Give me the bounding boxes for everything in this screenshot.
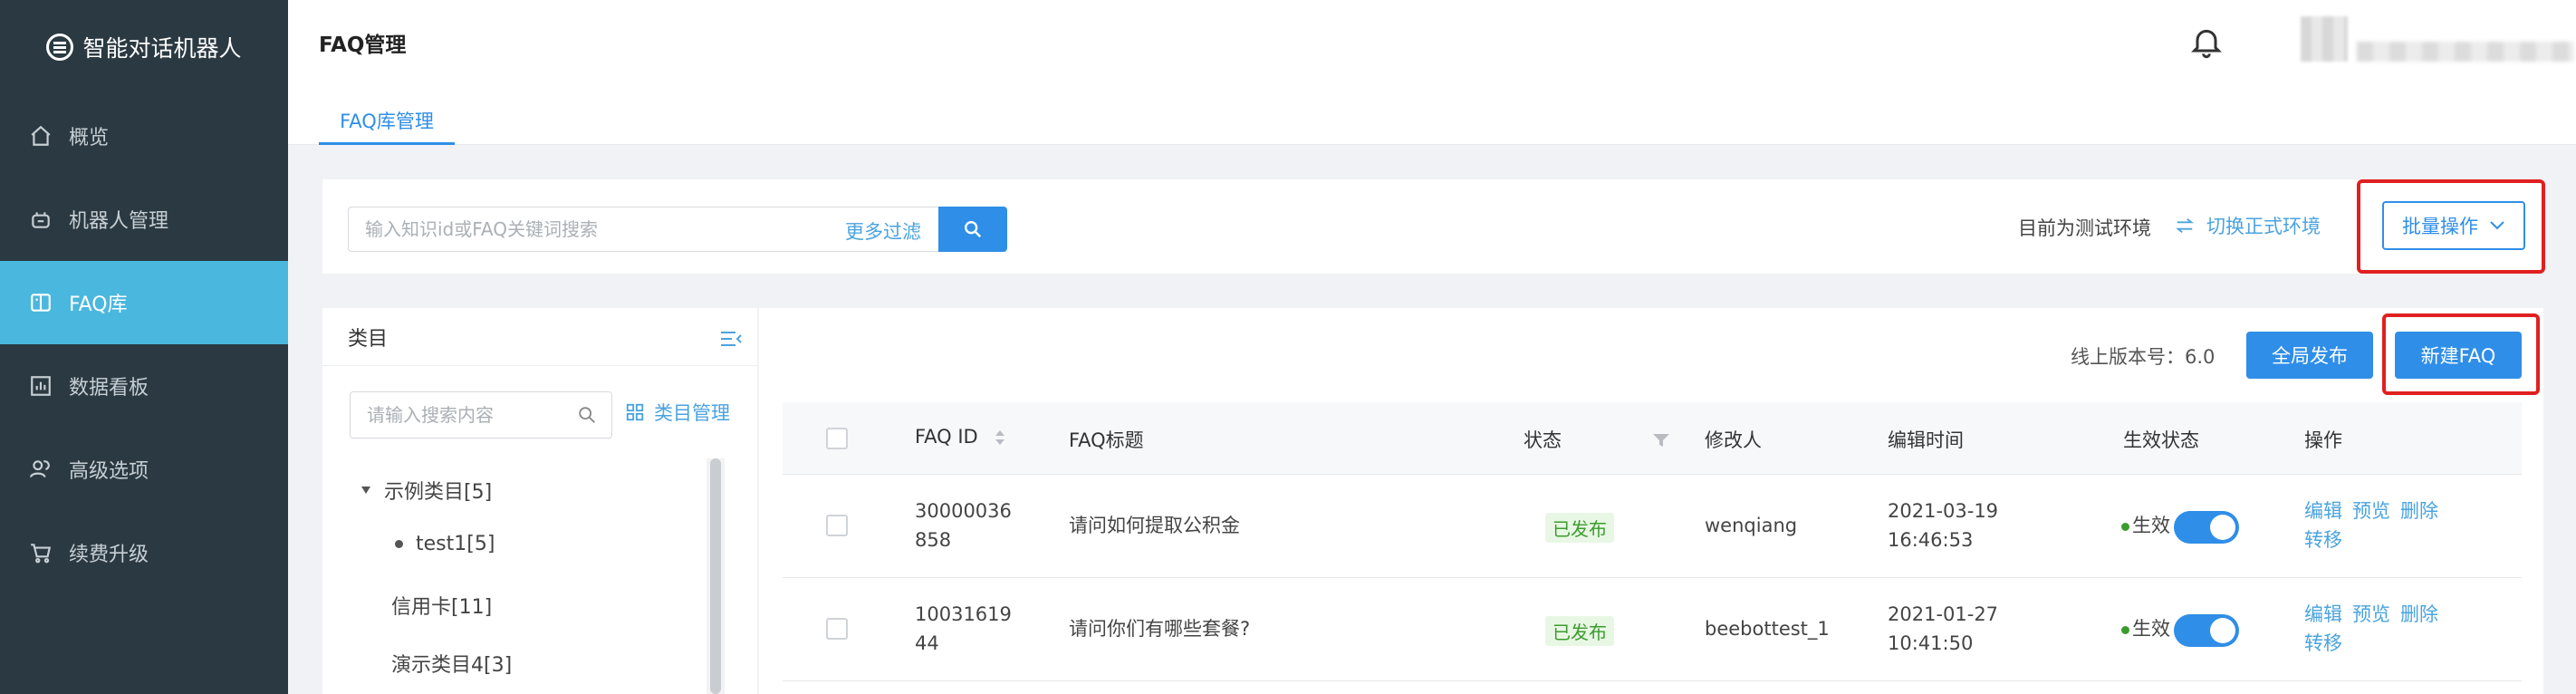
robot-icon (32, 212, 50, 228)
more-filter-link[interactable]: 更多过滤 (845, 217, 921, 245)
env-switch-link[interactable]: 切换正式环境 (2174, 212, 2321, 239)
sidebar-item-dashboard[interactable]: 数据看板 (0, 344, 288, 428)
table-header: FAQ ID FAQ标题 状态 修改人 编辑时间 生效状态 操作 (783, 402, 2522, 475)
bullet-icon (395, 540, 403, 548)
effect-toggle[interactable] (2174, 614, 2239, 647)
search-input[interactable] (365, 207, 818, 251)
env-text: 目前为测试环境 (2018, 217, 2151, 239)
column-editor: 修改人 (1705, 429, 1762, 451)
row-checkbox[interactable] (826, 515, 848, 536)
effect-toggle[interactable] (2174, 511, 2239, 544)
user-name-blurred[interactable] (2357, 42, 2574, 62)
delete-link[interactable]: 删除 (2400, 496, 2438, 524)
switch-arrows-icon (2176, 217, 2194, 234)
column-faq-title: FAQ标题 (1069, 429, 1144, 451)
tab-faq-library[interactable]: FAQ库管理 (319, 101, 455, 145)
faq-title[interactable]: 请问如何提取公积金 (1069, 511, 1240, 540)
editor-name: beebottest_1 (1705, 618, 1830, 640)
brand: 智能对话机器人 (0, 0, 288, 94)
effect-dot (2121, 523, 2129, 531)
sidebar-item-advanced[interactable]: 高级选项 (0, 428, 288, 511)
category-search-input[interactable] (367, 392, 566, 438)
table-row: 30000036 858 请问如何提取公积金 已发布 wenqiang 2021-… (783, 475, 2522, 578)
faq-title[interactable]: 请问你们有哪些套餐? (1069, 614, 1250, 643)
search-panel: 更多过滤 目前为测试环境 切换正式环境 批量操作 (322, 179, 2545, 274)
global-publish-button[interactable]: 全局发布 (2246, 332, 2373, 379)
tree-item-credit[interactable]: 信用卡[11] (391, 591, 492, 620)
delete-link[interactable]: 删除 (2400, 600, 2438, 627)
page-title: FAQ管理 (319, 34, 407, 57)
book-icon (31, 294, 51, 312)
search-button[interactable] (938, 207, 1007, 252)
status-badge: 已发布 (1545, 513, 1614, 543)
faq-table-panel: 线上版本号：6.0 全局发布 新建FAQ FAQ ID FAQ标题 状态 修改人… (759, 308, 2543, 694)
new-faq-button[interactable]: 新建FAQ (2395, 332, 2522, 379)
select-all-checkbox[interactable] (826, 428, 848, 449)
users-icon (30, 460, 50, 478)
dashboard-icon (31, 376, 51, 396)
sidebar-item-faq[interactable]: FAQ库 (0, 261, 288, 344)
sidebar-item-renew[interactable]: 续费升级 (0, 511, 288, 594)
tree-item-demo4[interactable]: 演示类目4[3] (391, 649, 512, 678)
tree-item-example[interactable]: 示例类目[5] (360, 476, 492, 505)
row-checkbox[interactable] (826, 618, 848, 640)
edit-link[interactable]: 编辑 (2304, 496, 2342, 524)
search-icon (965, 221, 982, 238)
brand-name: 智能对话机器人 (82, 35, 242, 62)
sidebar-item-robot[interactable]: 机器人管理 (0, 178, 288, 261)
chevron-down-icon (2490, 221, 2504, 230)
avatar[interactable] (2301, 16, 2348, 62)
category-manage-link[interactable]: 类目管理 (625, 399, 730, 426)
sidebar-item-overview[interactable]: 概览 (0, 94, 288, 178)
effect-label: 生效 (2132, 515, 2170, 536)
table-row: 10031619 44 请问你们有哪些套餐? 已发布 beebottest_1 2… (783, 578, 2522, 681)
caret-down-icon (361, 487, 370, 494)
robot-logo-icon (46, 34, 74, 61)
category-header: 类目 (322, 308, 757, 366)
home-icon (31, 125, 51, 146)
edit-link[interactable]: 编辑 (2304, 600, 2342, 627)
sidebar: 智能对话机器人 概览 机器人管理 FAQ库 数据看板 高级选项 续费升级 (0, 0, 288, 694)
category-search-box (350, 391, 612, 439)
column-actions: 操作 (2304, 429, 2342, 451)
effect-label: 生效 (2132, 618, 2170, 640)
filter-icon[interactable] (1652, 433, 1670, 448)
editor-name: wenqiang (1705, 515, 1798, 536)
faq-id: 30000036 858 (915, 500, 1012, 551)
faq-id: 10031619 44 (915, 603, 1012, 654)
search-icon (579, 407, 595, 423)
preview-link[interactable]: 预览 (2352, 496, 2390, 524)
grid-icon (626, 403, 644, 421)
edit-time: 2021-03-19 16:46:53 (1888, 500, 1999, 551)
cart-icon (31, 544, 52, 564)
preview-link[interactable]: 预览 (2352, 600, 2390, 627)
edit-time: 2021-01-27 10:41:50 (1888, 603, 1999, 654)
batch-operation-button[interactable]: 批量操作 (2382, 201, 2525, 250)
category-scrollbar[interactable] (706, 458, 725, 694)
column-edit-time: 编辑时间 (1888, 429, 1964, 451)
move-link[interactable]: 转移 (2304, 629, 2342, 656)
tree-item-test1[interactable]: test1[5] (395, 533, 495, 555)
status-badge: 已发布 (1545, 616, 1614, 646)
move-link[interactable]: 转移 (2304, 525, 2342, 553)
effect-dot (2121, 626, 2129, 634)
sort-icon[interactable] (995, 429, 1005, 446)
bell-icon[interactable] (2188, 22, 2225, 62)
column-effect-status: 生效状态 (2123, 429, 2199, 451)
collapse-icon[interactable] (719, 330, 743, 348)
column-faq-id[interactable]: FAQ ID (915, 426, 1005, 448)
category-panel: 类目 类目管理 示例类目[5] test1[5] 信用卡[11] 演示类目4[3… (322, 308, 757, 694)
search-box: 更多过滤 (348, 207, 942, 252)
version-label: 线上版本号：6.0 (2071, 346, 2216, 368)
column-status: 状态 (1523, 429, 1562, 451)
top-header: FAQ管理 FAQ库管理 (288, 0, 2576, 145)
